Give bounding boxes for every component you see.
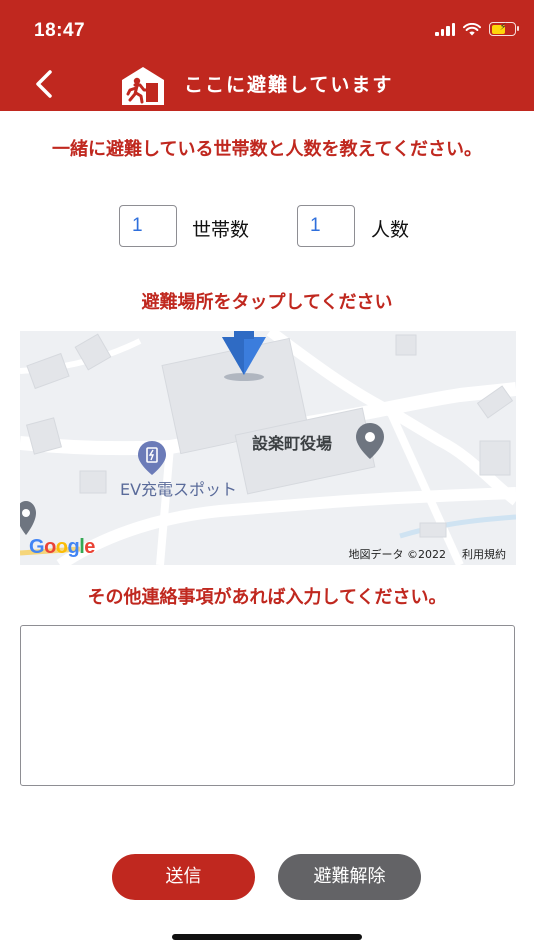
status-time: 18:47 (34, 20, 86, 41)
map-data-credit: 地図データ ©2022 (348, 548, 447, 561)
evacuation-exit-icon (122, 67, 164, 105)
map-attribution: 地図データ ©2022 利用規約 (333, 546, 507, 562)
back-chevron-icon[interactable] (30, 66, 58, 102)
cellular-signal-icon (435, 22, 455, 36)
cancel-evacuation-button[interactable]: 避難解除 (278, 854, 421, 900)
map-prompt: 避難場所をタップしてください (141, 292, 393, 313)
notes-prompt: その他連絡事項があれば入力してください。 (87, 587, 447, 608)
location-map[interactable]: 設楽町役場 EV充電スポット Google 地図データ ©2022 利用規約 (20, 331, 516, 565)
status-icons: ⚡ (435, 22, 519, 36)
google-logo: Google (29, 536, 95, 558)
header-bar: 18:47 ⚡ ここに避難しています (0, 0, 534, 111)
send-button[interactable]: 送信 (112, 854, 255, 900)
counter-row: 1 世帯数 1 人数 (0, 205, 534, 247)
page-title: ここに避難しています (184, 74, 394, 96)
wifi-icon (463, 22, 481, 35)
notes-textarea[interactable] (20, 625, 515, 786)
people-input[interactable]: 1 (297, 205, 355, 247)
households-input[interactable]: 1 (119, 205, 177, 247)
people-label: 人数 (371, 219, 410, 241)
map-place-label: 設楽町役場 (252, 434, 333, 453)
map-ev-label: EV充電スポット (120, 480, 238, 499)
home-indicator (172, 934, 362, 940)
map-terms-link[interactable]: 利用規約 (462, 548, 506, 561)
households-label: 世帯数 (192, 219, 250, 241)
battery-icon: ⚡ (489, 22, 519, 36)
count-prompt: 一緒に避難している世帯数と人数を教えてください。 (51, 139, 483, 160)
